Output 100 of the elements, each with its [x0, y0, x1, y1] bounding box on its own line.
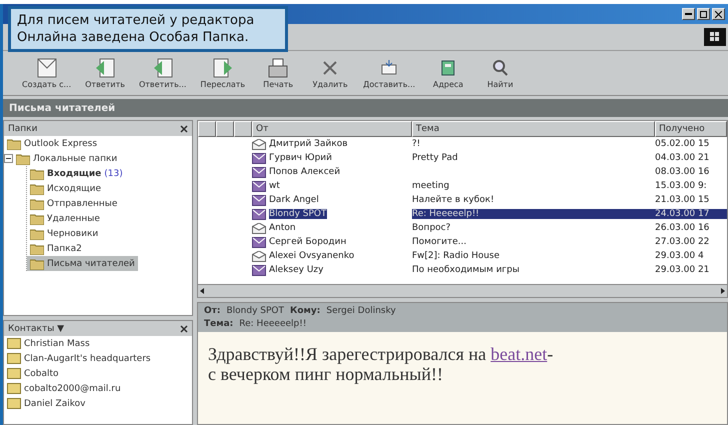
scroll-left-icon[interactable]	[200, 288, 204, 294]
table-cell: Pretty Pad	[412, 153, 458, 163]
card-icon	[7, 383, 21, 394]
link[interactable]: beat.net	[490, 344, 548, 364]
table-cell: Попов Алексей	[269, 167, 340, 177]
folder-icon	[30, 228, 44, 240]
folder-item[interactable]: Папка2	[27, 241, 85, 256]
message-text: с вечерком пинг нормальный!!	[208, 364, 444, 384]
contact-item[interactable]: Clan-AugarIt's headquarters	[4, 351, 192, 366]
toolbar-button[interactable]: Доставить...	[358, 56, 420, 90]
card-icon	[7, 353, 21, 364]
table-cell-text: 27.03.00 22	[655, 237, 710, 247]
column-header[interactable]: Получено	[655, 121, 727, 137]
table-cell: Гурвич Юрий	[269, 153, 332, 163]
column-header[interactable]	[234, 121, 252, 137]
table-cell-text: 29.03.00 21	[655, 265, 710, 275]
toolbar-button[interactable]: Найти	[476, 56, 524, 90]
card-icon	[7, 368, 21, 379]
caption-tooltip: Для писем читателей у редактора Онлайна заведена Особая Папка.	[8, 6, 288, 52]
close-button[interactable]	[712, 8, 725, 20]
folder-item[interactable]: Удаленные	[27, 211, 103, 226]
table-cell-text: 15.03.00 9:	[655, 181, 708, 191]
table-cell: Помогите...	[412, 237, 467, 247]
message-text: Здравствуй!!Я зарегестрировался на beat.net-	[208, 344, 554, 364]
maximize-icon	[700, 10, 707, 18]
table-cell-text: 21.03.00 15	[655, 195, 710, 205]
close-icon[interactable]	[180, 124, 188, 132]
table-cell-text: 29.03.00 4	[655, 251, 705, 261]
table-cell: Сергей Бородин	[269, 237, 346, 247]
column-header[interactable]: От	[252, 121, 412, 137]
card-icon	[7, 398, 21, 409]
table-cell-text: 26.03.00 16	[655, 223, 710, 233]
message-row[interactable]: Anton Вопрос? 26.03.00 16	[198, 221, 727, 235]
table-cell: По необходимым игры	[412, 265, 520, 275]
toolbar-button[interactable]: Ответить	[80, 56, 130, 90]
field-label: От:	[204, 306, 220, 316]
contact-item[interactable]: Cobalto	[4, 366, 192, 381]
column-header[interactable]: Тема	[412, 121, 655, 137]
folder-item[interactable]: Исходящие	[27, 181, 104, 196]
table-cell: Alexei Ovsyanenko	[269, 251, 354, 261]
maximize-button[interactable]	[697, 8, 710, 20]
card-icon	[7, 338, 21, 349]
scroll-right-icon[interactable]	[721, 288, 725, 294]
recipient-name: Sergei Dolinsky	[326, 306, 396, 316]
toolbar-button[interactable]: Ответить...	[134, 56, 192, 90]
table-cell: Dark Angel	[269, 195, 319, 205]
table-cell: 24.03.00 17	[655, 209, 727, 219]
close-icon[interactable]	[180, 324, 188, 332]
message-row[interactable]: Dark Angel Налейте в кубок! 21.03.00 15	[198, 193, 727, 207]
message-row[interactable]: Aleksey Uzy По необходимым игры 29.03.00 21	[198, 263, 727, 277]
toolbar-button[interactable]: Печать	[254, 56, 302, 90]
message-row[interactable]: Гурвич Юрий Pretty Pad 04.03.00 21	[198, 151, 727, 165]
folder-item[interactable]: Письма читателей	[27, 256, 138, 271]
table-cell: Blondy SPOT	[269, 209, 327, 219]
contact-item[interactable]: cobalto2000@mail.ru	[4, 381, 192, 396]
subject-text: Re: Heeeeelp!!	[239, 319, 306, 329]
toolbar-button[interactable]: Переслать	[195, 56, 250, 90]
message-row[interactable]: Сергей Бородин Помогите... 27.03.00 22	[198, 235, 727, 249]
message-row[interactable]: Blondy SPOT Re: Heeeeelp!! 24.03.00 17	[198, 207, 727, 221]
collapse-icon[interactable]	[4, 154, 13, 163]
table-cell: ?!	[412, 139, 420, 149]
folder-icon	[16, 152, 30, 164]
minimize-button[interactable]	[682, 8, 695, 20]
folder-item[interactable]: Outlook Express	[4, 136, 100, 151]
folder-icon	[30, 182, 44, 194]
column-header[interactable]	[198, 121, 216, 137]
toolbar-button[interactable]: Адреса	[424, 56, 472, 90]
search-icon	[490, 58, 510, 78]
table-cell: Дмитрий Зайков	[269, 139, 348, 149]
table-cell: wt	[269, 181, 280, 191]
table-cell: Вопрос?	[412, 223, 451, 233]
close-icon	[715, 10, 722, 18]
minimize-icon	[685, 13, 692, 15]
folder-icon	[30, 168, 44, 180]
table-cell: Fw[2]: Radio House	[412, 251, 500, 261]
folder-bar: Письма читателей	[3, 99, 728, 117]
sender-name: Blondy SPOT	[226, 306, 284, 316]
message-row[interactable]: Alexei Ovsyanenko Fw[2]: Radio House 29.03.00 4	[198, 249, 727, 263]
folder-item[interactable]: Входящие (13)	[27, 166, 126, 181]
contact-item[interactable]: Daniel Zaikov	[4, 396, 192, 411]
folder-item[interactable]: Локальные папки	[13, 151, 120, 166]
table-cell-text: 05.02.00 15	[655, 139, 710, 149]
folder-item[interactable]: Отправленные	[27, 196, 120, 211]
folder-icon	[30, 212, 44, 224]
column-header[interactable]	[216, 121, 234, 137]
message-row[interactable]: wt meeting 15.03.00 9:	[198, 179, 727, 193]
scrollbar[interactable]	[198, 284, 727, 297]
pane-title: Папки	[8, 124, 38, 134]
table-cell-text: 08.03.00 16	[655, 167, 710, 177]
message-row[interactable]: Попов Алексей 08.03.00 16	[198, 165, 727, 179]
message-row[interactable]: Дмитрий Зайков ?! 05.02.00 15	[198, 137, 727, 151]
printer-icon	[268, 58, 288, 78]
folder-item[interactable]: Черновики	[27, 226, 102, 241]
table-cell: Aleksey Uzy	[269, 265, 324, 275]
folder-icon	[30, 198, 44, 210]
table-cell: Anton	[269, 223, 296, 233]
toolbar-button[interactable]: Создать с...	[17, 56, 76, 90]
toolbar-button[interactable]: Удалить	[306, 56, 354, 90]
contact-item[interactable]: Christian Mass	[4, 336, 192, 351]
table-cell: Налейте в кубок!	[412, 195, 494, 205]
